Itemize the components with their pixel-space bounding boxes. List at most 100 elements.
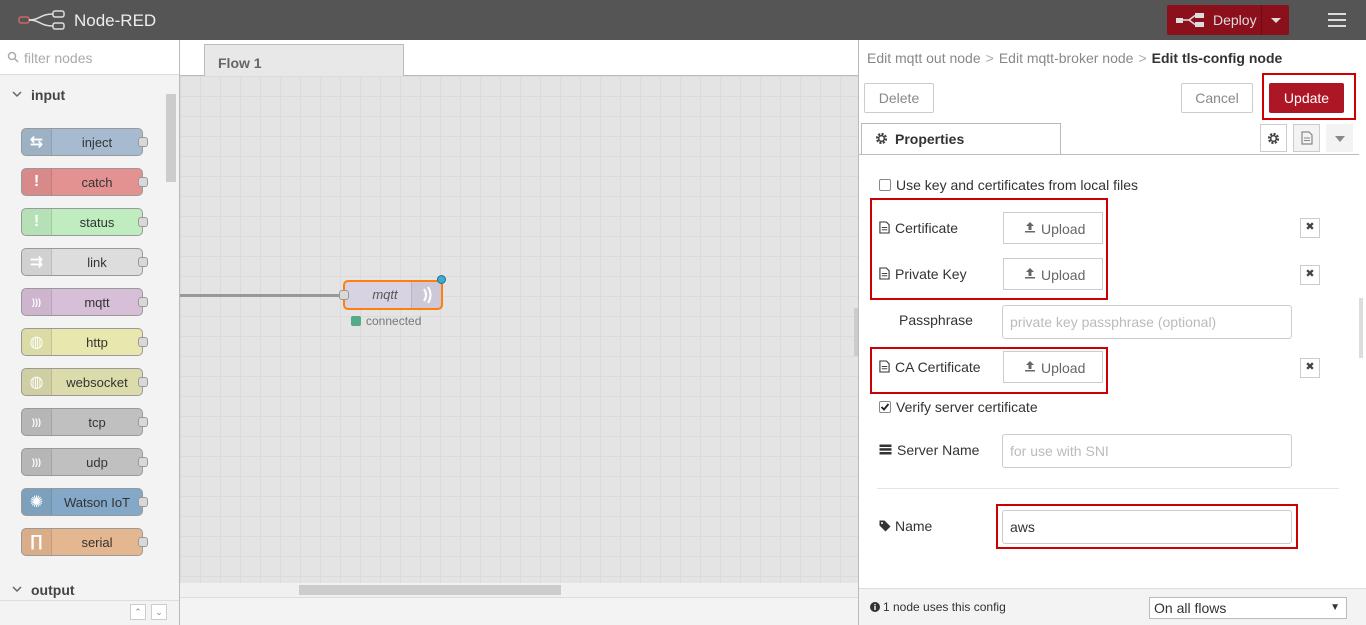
input-port[interactable]: [339, 290, 349, 300]
server-name-input[interactable]: [1002, 434, 1292, 468]
output-port: [138, 377, 148, 387]
breadcrumb-item[interactable]: Edit mqtt out node: [867, 50, 981, 66]
workspace-scroll-thumb[interactable]: [299, 585, 561, 595]
breadcrumb-current: Edit tls-config node: [1151, 50, 1283, 66]
name-input[interactable]: [1002, 510, 1292, 544]
bridge-icon: [411, 282, 441, 308]
palette-node-label: Watson IoT: [64, 495, 130, 510]
mqtt-flow-node[interactable]: mqtt: [339, 275, 446, 310]
expand-all-icon[interactable]: ⌄: [151, 604, 167, 620]
palette-node-websocket[interactable]: ◍ websocket: [21, 368, 148, 396]
file-icon: [1301, 131, 1313, 145]
deploy-icon: [1176, 13, 1204, 27]
output-port: [138, 337, 148, 347]
output-port: [138, 497, 148, 507]
node-palette: input ⇆ inject! catch! status ⇉ link))) mqtt ◍ h…: [0, 40, 180, 625]
output-port: [138, 457, 148, 467]
palette-scrollbar[interactable]: [164, 80, 178, 610]
palette-search: [0, 40, 179, 75]
palette-node-label: status: [79, 215, 115, 230]
update-button[interactable]: Update: [1269, 83, 1344, 113]
file-icon: [879, 221, 890, 234]
link-icon: ⇉: [22, 249, 52, 275]
globe-icon: ◍: [22, 369, 52, 395]
scope-select[interactable]: On all flows ▼: [1149, 597, 1347, 619]
palette-node-udp[interactable]: ))) udp: [21, 448, 148, 476]
palette-node-status[interactable]: ! status: [21, 208, 148, 236]
palette-node-label: tcp: [88, 415, 106, 430]
search-icon: [7, 51, 19, 63]
certificate-upload-button[interactable]: Upload: [1003, 212, 1103, 244]
clear-private-key-button[interactable]: ✖: [1300, 265, 1320, 285]
wire[interactable]: [180, 294, 343, 297]
tab-menu-caret-icon[interactable]: [1326, 124, 1353, 152]
clear-certificate-button[interactable]: ✖: [1300, 218, 1320, 238]
deploy-menu-caret-icon[interactable]: [1261, 5, 1289, 35]
ca-certificate-upload-button[interactable]: Upload: [1003, 351, 1103, 383]
passphrase-input[interactable]: [1002, 305, 1292, 339]
settings-tab-button[interactable]: [1260, 124, 1287, 152]
tab-properties[interactable]: Properties: [861, 123, 1061, 155]
palette-node-label: inject: [81, 135, 113, 150]
filter-nodes-input[interactable]: [24, 48, 174, 68]
palette-node-watson-iot[interactable]: ✺ Watson IoT: [21, 488, 148, 516]
deploy-button[interactable]: Deploy: [1167, 5, 1289, 35]
server-icon: [879, 444, 892, 455]
use-local-files-checkbox[interactable]: [879, 179, 891, 191]
deploy-label: Deploy: [1213, 12, 1257, 28]
breadcrumb-item[interactable]: Edit mqtt-broker node: [999, 50, 1134, 66]
category-input-header[interactable]: input: [0, 80, 164, 110]
gear-icon: [1267, 132, 1280, 145]
palette-node-tcp[interactable]: ))) tcp: [21, 408, 148, 436]
gear-icon: [875, 132, 888, 145]
output-port: [138, 177, 148, 187]
passphrase-label: Passphrase: [899, 312, 973, 328]
status-dot-icon: [351, 316, 361, 326]
flow-canvas[interactable]: mqtt connected: [180, 76, 858, 583]
exclamation-icon: !: [22, 169, 52, 195]
clear-ca-certificate-button[interactable]: ✖: [1300, 358, 1320, 378]
palette-node-link[interactable]: ⇉ link: [21, 248, 148, 276]
tray-resize-handle[interactable]: [854, 308, 858, 356]
watson-icon: ✺: [22, 489, 52, 515]
palette-node-serial[interactable]: ∏ serial: [21, 528, 148, 556]
chevron-down-icon: [12, 586, 22, 593]
private-key-upload-button[interactable]: Upload: [1003, 258, 1103, 290]
palette-node-inject[interactable]: ⇆ inject: [21, 128, 148, 156]
main-menu-button[interactable]: [1320, 5, 1354, 35]
collapse-all-icon[interactable]: ⌃: [130, 604, 146, 620]
ca-certificate-label: CA Certificate: [895, 359, 981, 375]
palette-node-label: serial: [81, 535, 113, 550]
cancel-button[interactable]: Cancel: [1181, 83, 1253, 113]
delete-button[interactable]: Delete: [864, 83, 934, 113]
checkmark-icon: [880, 403, 890, 411]
palette-node-label: http: [86, 335, 108, 350]
output-port: [138, 137, 148, 147]
palette-footer: ⌃ ⌄: [0, 600, 179, 625]
app-title: Node-RED: [74, 11, 157, 30]
output-port: [138, 417, 148, 427]
certificate-label: Certificate: [895, 220, 959, 236]
info-icon: [870, 602, 880, 612]
description-tab-button[interactable]: [1293, 124, 1320, 152]
tray-scrollbar[interactable]: [1359, 298, 1363, 358]
upload-icon: [1025, 361, 1035, 372]
palette-scroll-thumb[interactable]: [166, 94, 176, 182]
upload-icon: [1025, 268, 1035, 279]
bridge-icon: ))): [22, 289, 52, 315]
upload-icon: [1025, 222, 1035, 233]
palette-node-label: link: [87, 255, 107, 270]
tab-flow-1[interactable]: Flow 1: [204, 44, 404, 77]
workspace-footer: [180, 597, 858, 625]
palette-node-mqtt[interactable]: ))) mqtt: [21, 288, 148, 316]
header-bar: Node-RED Deploy: [0, 0, 1366, 40]
chevron-down-icon: ▼: [1330, 602, 1340, 613]
hamburger-icon: [1328, 13, 1346, 15]
node-red-logo-icon: [18, 10, 65, 30]
palette-node-http[interactable]: ◍ http: [21, 328, 148, 356]
verify-server-checkbox[interactable]: [879, 401, 891, 413]
tray-footer: 1 node uses this config On all flows ▼: [859, 588, 1366, 625]
workspace-h-scrollbar[interactable]: [180, 583, 858, 597]
output-port: [138, 297, 148, 307]
palette-node-catch[interactable]: ! catch: [21, 168, 148, 196]
